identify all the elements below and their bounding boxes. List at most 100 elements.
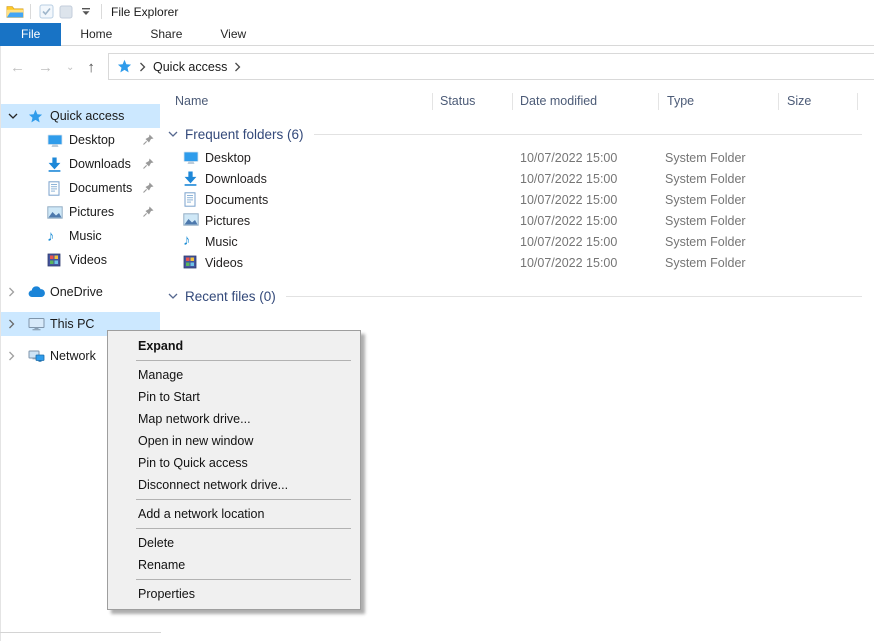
sidebar-item-pictures[interactable]: Pictures	[0, 200, 160, 224]
tab-file[interactable]: File	[0, 23, 61, 46]
column-headers: Name Status Date modified Type Size	[160, 88, 874, 115]
column-header-name[interactable]: Name	[175, 94, 208, 108]
file-type: System Folder	[665, 235, 746, 249]
sidebar-item-label: Videos	[69, 253, 107, 267]
document-icon	[47, 181, 61, 196]
column-divider[interactable]	[432, 93, 433, 110]
up-arrow-icon[interactable]: ↑	[87, 59, 95, 76]
menu-item-properties[interactable]: Properties	[108, 583, 360, 605]
frequent-folders-list: Desktop 10/07/2022 15:00 System Folder D…	[160, 148, 874, 274]
pin-icon	[143, 182, 154, 196]
group-rule	[314, 134, 862, 135]
menu-item-add-a-network-location[interactable]: Add a network location	[108, 503, 360, 525]
titlebar-separator	[101, 4, 102, 19]
menu-item-rename[interactable]: Rename	[108, 554, 360, 576]
breadcrumb-location[interactable]: Quick access	[153, 60, 227, 74]
sidebar-item-music[interactable]: ♪ Music	[0, 224, 160, 248]
titlebar-separator	[30, 4, 31, 19]
file-name: Pictures	[205, 214, 250, 228]
chevron-down-icon[interactable]	[8, 112, 20, 120]
picture-icon	[47, 206, 63, 219]
music-note-icon: ♪	[47, 228, 55, 245]
title-bar: File Explorer	[0, 0, 874, 23]
column-divider[interactable]	[658, 93, 659, 110]
file-type: System Folder	[665, 214, 746, 228]
recent-locations-caret-icon[interactable]: ⌄	[66, 62, 74, 73]
column-divider[interactable]	[512, 93, 513, 110]
menu-item-disconnect-network-drive[interactable]: Disconnect network drive...	[108, 474, 360, 496]
this-pc-monitor-icon	[28, 317, 45, 331]
address-bar[interactable]: Quick access	[108, 53, 874, 80]
tab-home[interactable]: Home	[61, 23, 131, 46]
column-header-date-modified[interactable]: Date modified	[520, 94, 597, 108]
window-left-border	[0, 46, 1, 641]
sidebar-item-desktop[interactable]: Desktop	[0, 128, 160, 152]
navigation-bar: ← → ⌄ ↑ Quick access	[0, 46, 874, 88]
sidebar-item-label: Quick access	[50, 109, 124, 123]
window-title: File Explorer	[111, 5, 178, 19]
sidebar-item-downloads[interactable]: Downloads	[0, 152, 160, 176]
file-date-modified: 10/07/2022 15:00	[520, 151, 617, 165]
new-folder-icon[interactable]	[56, 2, 76, 22]
sidebar-item-videos[interactable]: Videos	[0, 248, 160, 272]
menu-separator	[136, 579, 351, 580]
column-divider[interactable]	[778, 93, 779, 110]
sidebar-item-label: Network	[50, 349, 96, 363]
file-date-modified: 10/07/2022 15:00	[520, 214, 617, 228]
breadcrumb-chevron-icon[interactable]	[234, 62, 241, 72]
film-strip-icon	[47, 253, 61, 267]
column-header-type[interactable]: Type	[667, 94, 694, 108]
sidebar-item-documents[interactable]: Documents	[0, 176, 160, 200]
group-label: Recent files (0)	[185, 289, 276, 304]
file-row-documents[interactable]: Documents 10/07/2022 15:00 System Folder	[160, 190, 874, 211]
chevron-down-icon[interactable]	[168, 130, 178, 138]
pin-icon	[143, 206, 154, 220]
file-name: Videos	[205, 256, 243, 270]
menu-item-manage[interactable]: Manage	[108, 364, 360, 386]
tab-share[interactable]: Share	[131, 23, 201, 46]
menu-separator	[136, 528, 351, 529]
file-type: System Folder	[665, 172, 746, 186]
column-header-status[interactable]: Status	[440, 94, 475, 108]
picture-icon	[183, 213, 199, 229]
chevron-right-icon[interactable]	[8, 287, 20, 297]
column-divider[interactable]	[857, 93, 858, 110]
menu-item-expand[interactable]: Expand	[108, 335, 360, 357]
sidebar-item-label: Documents	[69, 181, 132, 195]
file-date-modified: 10/07/2022 15:00	[520, 172, 617, 186]
file-type: System Folder	[665, 151, 746, 165]
group-header-frequent-folders[interactable]: Frequent folders (6)	[168, 124, 862, 144]
breadcrumb-chevron-icon[interactable]	[139, 62, 146, 72]
qat-dropdown-caret-icon[interactable]	[76, 2, 96, 22]
properties-check-icon[interactable]	[36, 2, 56, 22]
file-row-desktop[interactable]: Desktop 10/07/2022 15:00 System Folder	[160, 148, 874, 169]
sidebar-item-quick-access[interactable]: Quick access	[0, 104, 160, 128]
back-arrow-icon[interactable]: ←	[10, 59, 25, 76]
menu-item-map-network-drive[interactable]: Map network drive...	[108, 408, 360, 430]
desktop-icon	[183, 150, 199, 168]
tab-view[interactable]: View	[201, 23, 265, 46]
chevron-down-icon[interactable]	[168, 292, 178, 300]
file-name: Music	[205, 235, 238, 249]
file-row-downloads[interactable]: Downloads 10/07/2022 15:00 System Folder	[160, 169, 874, 190]
file-type: System Folder	[665, 256, 746, 270]
file-row-pictures[interactable]: Pictures 10/07/2022 15:00 System Folder	[160, 211, 874, 232]
quick-access-star-icon	[117, 59, 132, 74]
downloads-arrow-icon	[183, 171, 198, 189]
chevron-right-icon[interactable]	[8, 351, 20, 361]
column-header-size[interactable]: Size	[787, 94, 811, 108]
menu-item-delete[interactable]: Delete	[108, 532, 360, 554]
menu-item-open-in-new-window[interactable]: Open in new window	[108, 430, 360, 452]
menu-item-pin-to-quick-access[interactable]: Pin to Quick access	[108, 452, 360, 474]
file-row-videos[interactable]: Videos 10/07/2022 15:00 System Folder	[160, 253, 874, 274]
forward-arrow-icon[interactable]: →	[38, 59, 53, 76]
file-row-music[interactable]: ♪ Music 10/07/2022 15:00 System Folder	[160, 232, 874, 253]
sidebar-item-label: Desktop	[69, 133, 115, 147]
ribbon-tab-bar: File Home Share View	[0, 23, 874, 46]
chevron-right-icon[interactable]	[8, 319, 20, 329]
file-date-modified: 10/07/2022 15:00	[520, 235, 617, 249]
sidebar-item-onedrive[interactable]: OneDrive	[0, 280, 160, 304]
group-header-recent-files[interactable]: Recent files (0)	[168, 286, 862, 306]
quick-access-star-icon	[28, 109, 43, 124]
menu-item-pin-to-start[interactable]: Pin to Start	[108, 386, 360, 408]
